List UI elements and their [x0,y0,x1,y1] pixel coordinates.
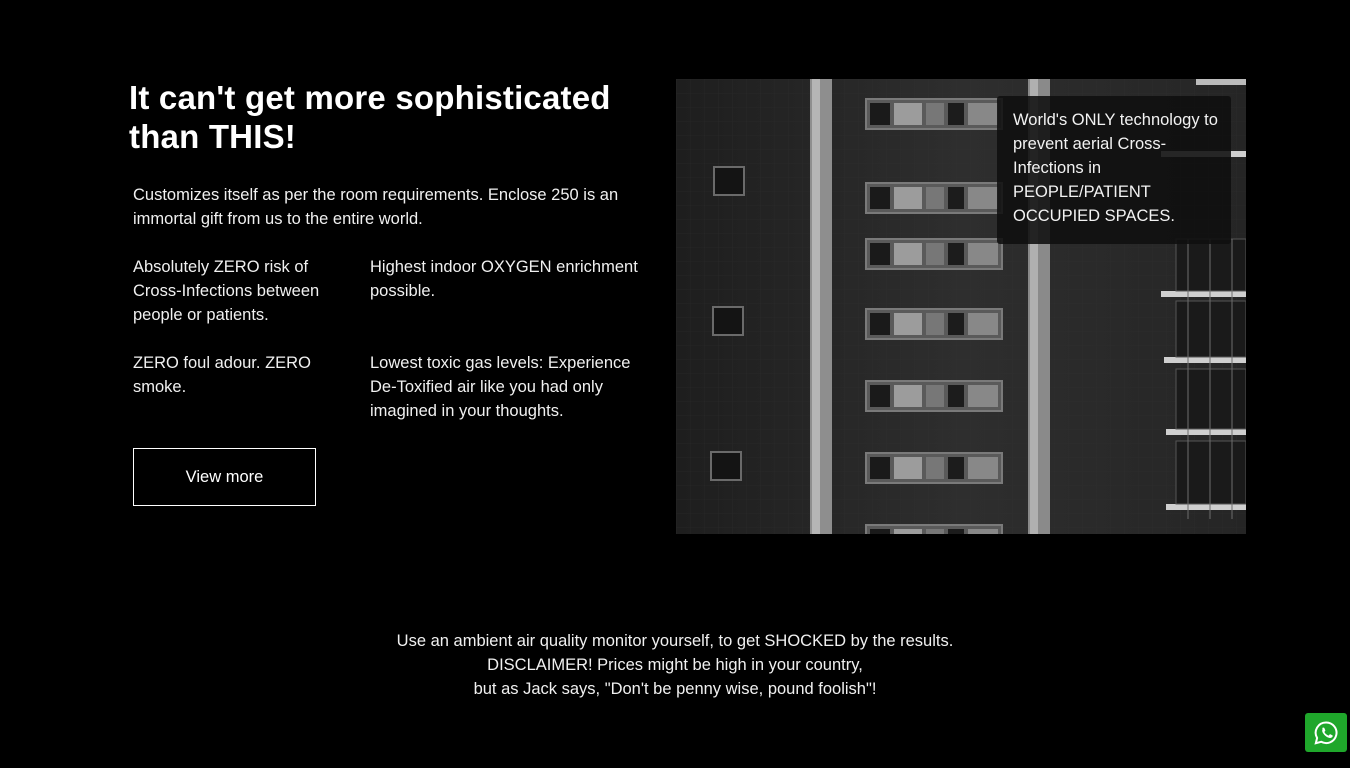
page: It can't get more sophisticated than THI… [0,0,1350,768]
feature-toxic-gas: Lowest toxic gas levels: Experience De-T… [370,354,631,420]
view-more-button[interactable]: View more [133,448,316,506]
footer-line-1: Use an ambient air quality monitor yours… [396,632,954,650]
section-heading: It can't get more sophisticated than THI… [129,79,611,155]
footer-line-2: DISCLAIMER! Prices might be high in your… [487,656,863,674]
image-callout: World's ONLY technology to prevent aeria… [997,96,1231,244]
whatsapp-icon [1314,720,1338,745]
feature-zero-odour: ZERO foul adour. ZERO smoke. [133,354,311,396]
intro-text: Customizes itself as per the room requir… [133,186,619,228]
feature-oxygen: Highest indoor OXYGEN enrichment possibl… [370,258,638,300]
feature-zero-risk: Absolutely ZERO risk of Cross-Infections… [133,258,320,324]
whatsapp-button[interactable] [1305,713,1347,752]
footer-line-3: but as Jack says, "Don't be penny wise, … [473,680,877,698]
